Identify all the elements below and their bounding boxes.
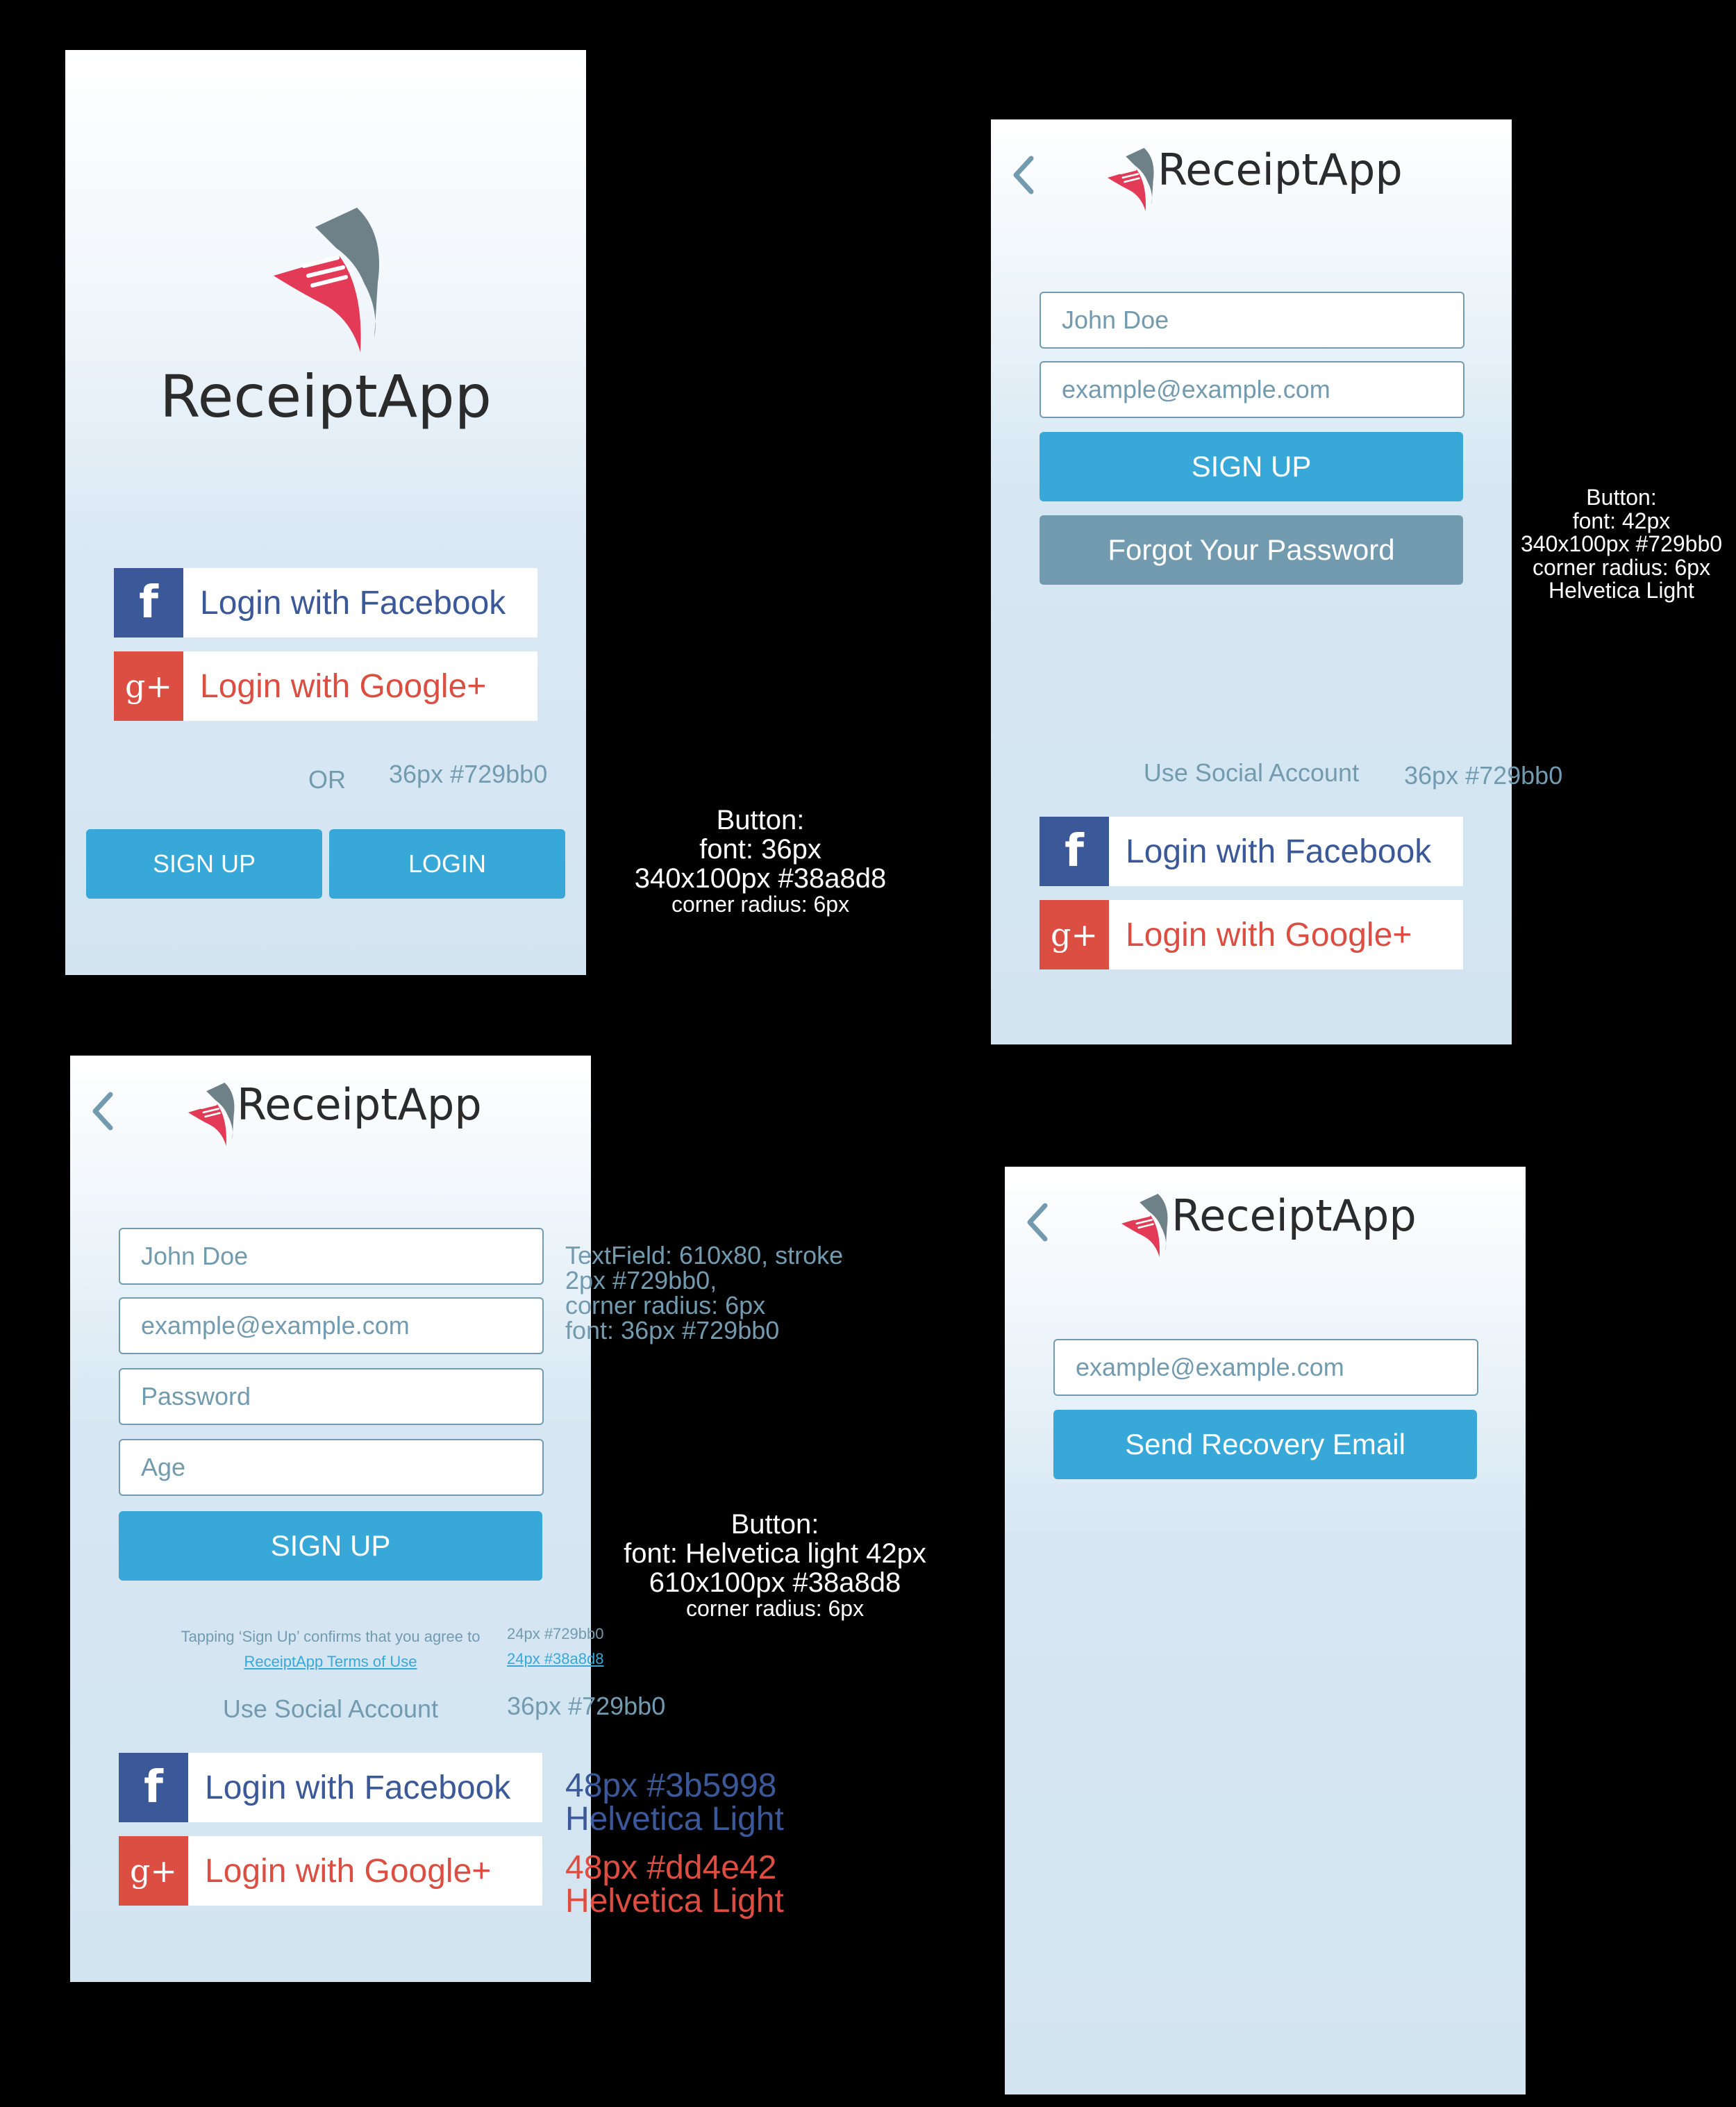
chevron-left-icon[interactable] — [1010, 154, 1038, 196]
header-title: ReceiptApp — [1158, 144, 1403, 195]
google-plus-icon: g+ — [114, 651, 183, 721]
receipt-logo-icon — [188, 1082, 237, 1146]
spec-button-gray: Button: font: 42px 340x100px #729bb0 cor… — [1521, 485, 1723, 603]
name-field[interactable]: John Doe — [119, 1228, 544, 1285]
google-login-button[interactable]: g+ Login with Google+ — [114, 651, 537, 721]
email-field[interactable]: example@example.com — [1040, 361, 1464, 418]
email-field[interactable]: example@example.com — [1053, 1339, 1478, 1396]
facebook-login-button[interactable]: f Login with Facebook — [114, 568, 537, 638]
chevron-left-icon[interactable] — [90, 1090, 117, 1132]
header-title: ReceiptApp — [237, 1079, 482, 1130]
spec-button-small: Button: font: 36px 340x100px #38a8d8 cor… — [634, 805, 887, 917]
spec-or: 36px #729bb0 — [389, 760, 548, 788]
age-field[interactable]: Age — [119, 1439, 544, 1496]
facebook-login-label: Login with Facebook — [200, 584, 506, 622]
facebook-login-label: Login with Facebook — [205, 1769, 511, 1806]
google-login-label: Login with Google+ — [205, 1852, 492, 1890]
google-plus-icon: g+ — [119, 1836, 188, 1906]
spec-google: 48px #dd4e42 Helvetica Light — [565, 1849, 784, 1919]
app-title: ReceiptApp — [160, 363, 492, 431]
chevron-left-icon[interactable] — [1024, 1201, 1052, 1243]
forgot-password-button[interactable]: Forgot Your Password — [1040, 515, 1463, 585]
password-field[interactable]: Password — [119, 1368, 544, 1425]
signup-screen: ReceiptApp John Doe example@example.com … — [70, 1056, 591, 1982]
spec-terms: 24px #729bb0 — [507, 1625, 604, 1642]
email-field[interactable]: example@example.com — [119, 1297, 544, 1354]
sign-up-button[interactable]: SIGN UP — [86, 829, 322, 899]
spec-social-3: 36px #729bb0 — [507, 1692, 666, 1720]
recovery-screen: ReceiptApp example@example.com Send Reco… — [1005, 1167, 1526, 2094]
header-title: ReceiptApp — [1171, 1190, 1417, 1241]
login-button[interactable]: LOGIN — [329, 829, 565, 899]
welcome-screen: ReceiptApp f Login with Facebook g+ Logi… — [65, 50, 586, 975]
spec-button-wide: Button: font: Helvetica light 42px 610x1… — [624, 1509, 926, 1621]
login-screen: ReceiptApp John Doe example@example.com … — [991, 119, 1512, 1044]
facebook-login-label: Login with Facebook — [1126, 833, 1432, 870]
or-label: OR — [308, 765, 346, 794]
spec-textfield: TextField: 610x80, stroke 2px #729bb0, c… — [565, 1241, 844, 1344]
receipt-logo-icon — [274, 206, 385, 352]
google-login-label: Login with Google+ — [1126, 916, 1412, 953]
facebook-icon: f — [1040, 817, 1109, 886]
sign-up-button[interactable]: SIGN UP — [1040, 432, 1463, 501]
google-login-button[interactable]: g+ Login with Google+ — [1040, 900, 1463, 969]
google-login-button[interactable]: g+ Login with Google+ — [119, 1836, 542, 1906]
spec-social-2: 36px #729bb0 — [1404, 761, 1563, 790]
facebook-login-button[interactable]: f Login with Facebook — [119, 1753, 542, 1822]
receipt-logo-icon — [1121, 1193, 1170, 1257]
google-login-label: Login with Google+ — [200, 667, 487, 705]
spec-facebook: 48px #3b5998 Helvetica Light — [565, 1767, 784, 1838]
facebook-icon: f — [114, 568, 183, 638]
facebook-login-button[interactable]: f Login with Facebook — [1040, 817, 1463, 886]
sign-up-button[interactable]: SIGN UP — [119, 1511, 542, 1581]
name-field[interactable]: John Doe — [1040, 292, 1464, 349]
send-recovery-email-button[interactable]: Send Recovery Email — [1053, 1410, 1477, 1479]
spec-link: 24px #38a8d8 — [507, 1650, 604, 1667]
google-plus-icon: g+ — [1040, 900, 1109, 969]
receipt-logo-icon — [1108, 147, 1156, 211]
facebook-icon: f — [119, 1753, 188, 1822]
